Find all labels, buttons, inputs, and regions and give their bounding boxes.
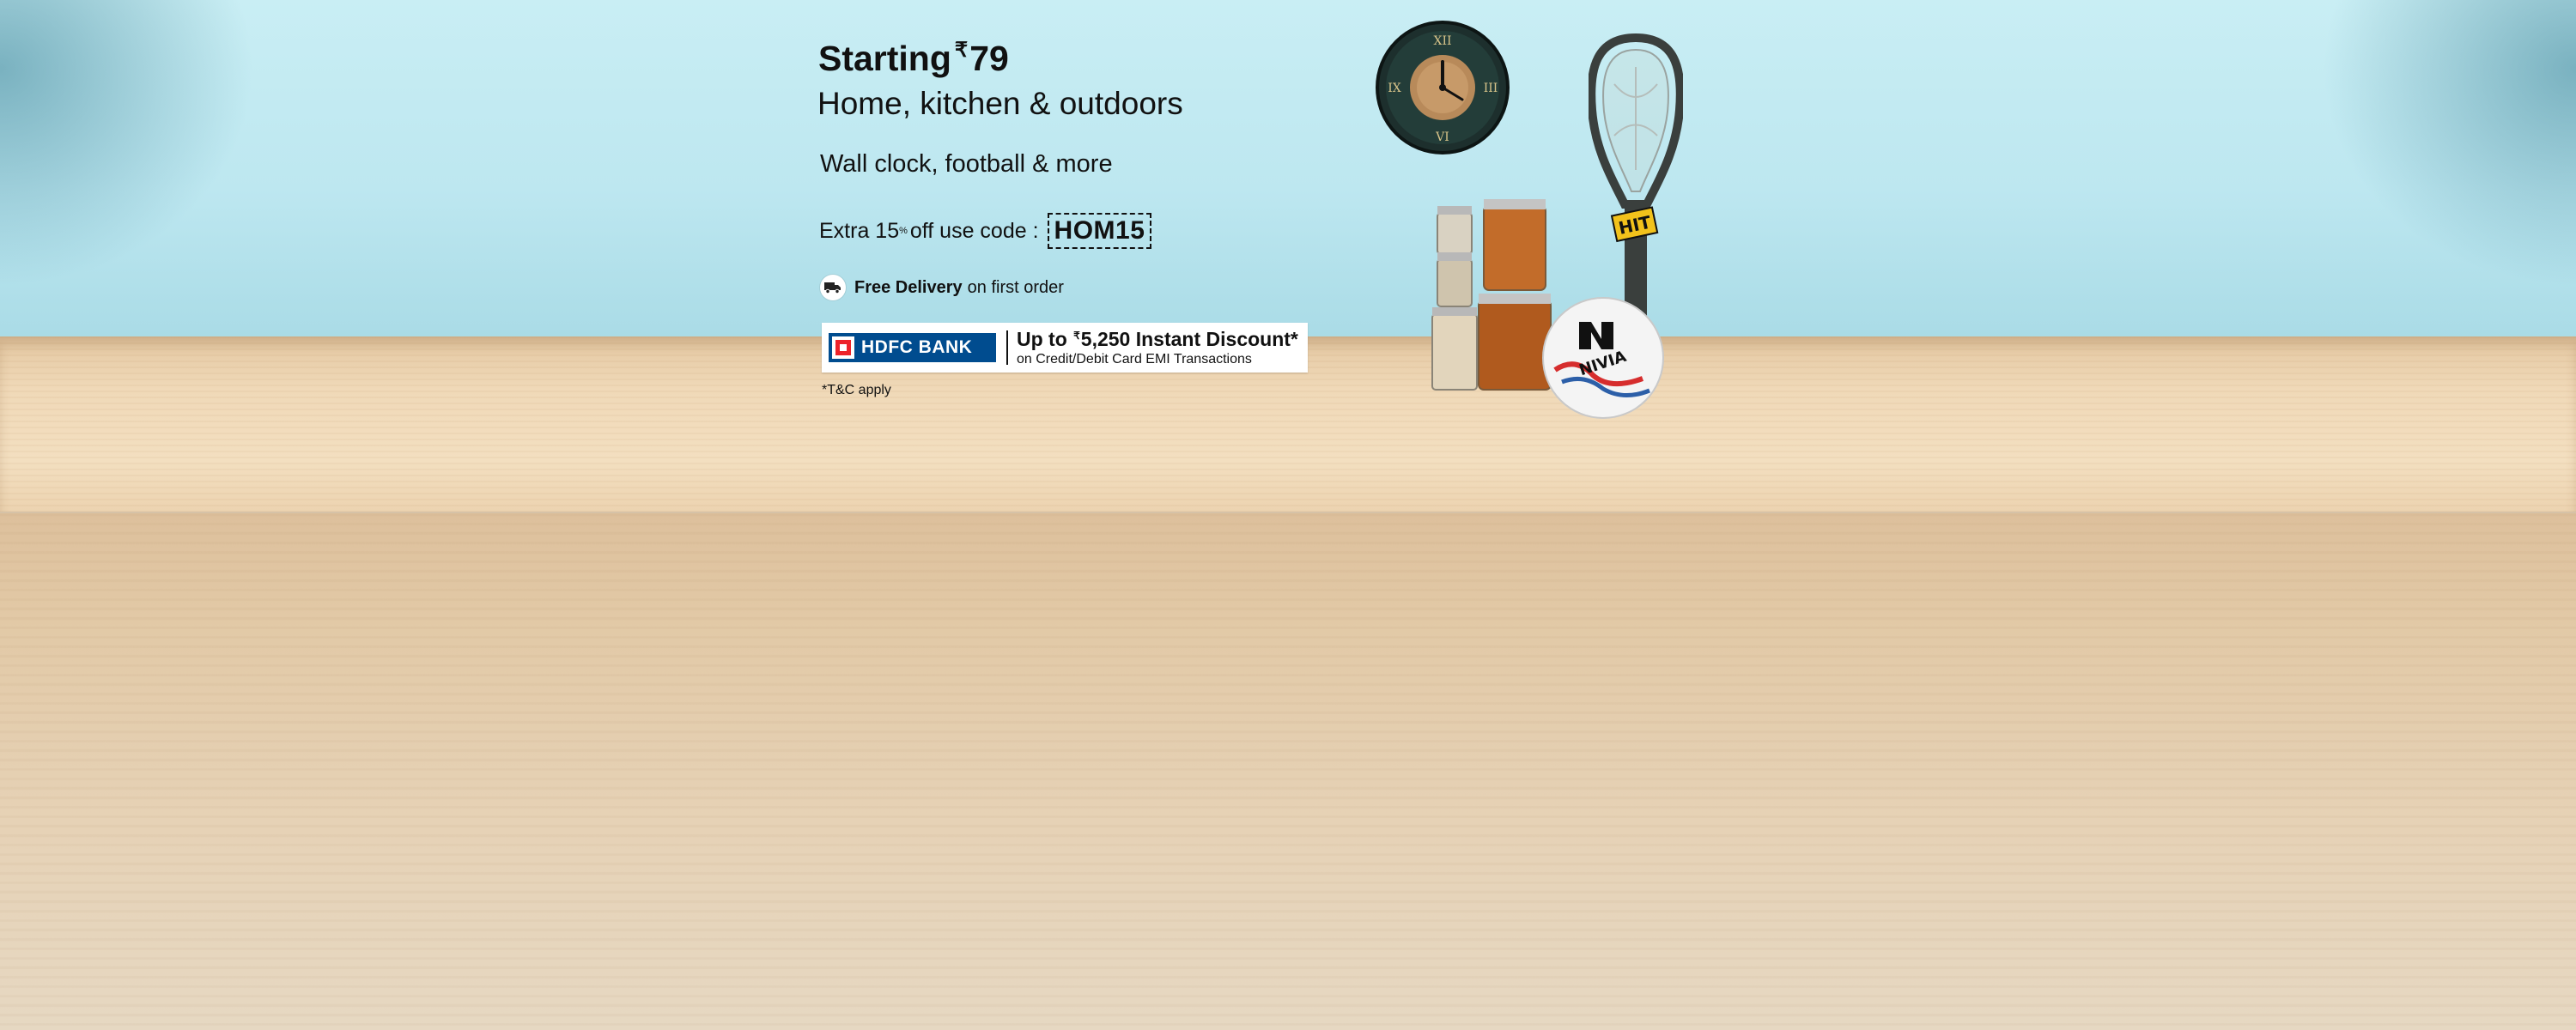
terms-note[interactable]: *T&C apply: [822, 383, 891, 398]
clock-numeral-9: IX: [1388, 82, 1401, 95]
clock-numeral-3: III: [1484, 82, 1498, 95]
bank-offer-rupee-symbol: ₹: [1073, 330, 1080, 342]
tagline: Wall clock, football & more: [820, 150, 1113, 178]
coupon-offer: Extra 15% off use code : HOM15: [819, 213, 1152, 249]
hdfc-logo-mark-icon: [832, 336, 854, 359]
bank-offer-subline: on Credit/Debit Card EMI Transactions: [1017, 352, 1252, 367]
headline: Starting ₹79: [818, 38, 1009, 79]
free-delivery-line: Free Delivery on first order: [820, 275, 1064, 300]
delivery-detail: on first order: [967, 277, 1064, 297]
offer-text-after: off use code :: [909, 218, 1039, 243]
coupon-code[interactable]: HOM15: [1047, 213, 1152, 249]
starting-price: 79: [969, 39, 1009, 78]
rupee-symbol: ₹: [954, 39, 969, 62]
football-image: NIVIA: [1542, 297, 1664, 419]
bank-offer-text: Up to ₹5,250 Instant Discount* on Credit…: [1017, 328, 1298, 367]
table-front-edge: [0, 512, 2576, 1030]
subheadline: Home, kitchen & outdoors: [817, 86, 1183, 121]
bank-offer-divider: [1006, 330, 1008, 365]
bank-name: HDFC BANK: [861, 337, 973, 357]
percent-sign: %: [899, 226, 908, 236]
bank-offer-headline: Up to ₹5,250 Instant Discount*: [1017, 328, 1298, 351]
clock-numeral-6: VI: [1435, 130, 1449, 144]
bank-offer-box[interactable]: HDFC BANK Up to ₹5,250 Instant Discount*…: [822, 323, 1308, 373]
storage-jars-image: [1431, 199, 1552, 391]
clock-numeral-12: XII: [1433, 34, 1451, 48]
promo-banner[interactable]: Starting ₹79 Home, kitchen & outdoors Wal…: [0, 0, 2576, 1030]
bank-offer-headline-before: Up to: [1017, 328, 1067, 350]
wall-clock-image: XII III VI IX: [1376, 21, 1510, 154]
wall-background: [0, 0, 2576, 343]
hdfc-bank-logo: HDFC BANK: [829, 333, 996, 362]
truck-icon: [820, 275, 846, 300]
bank-offer-headline-after: 5,250 Instant Discount*: [1080, 328, 1298, 350]
free-delivery-label: Free Delivery: [854, 277, 963, 297]
offer-text-before: Extra 15: [819, 218, 900, 243]
headline-prefix: Starting: [818, 39, 951, 78]
